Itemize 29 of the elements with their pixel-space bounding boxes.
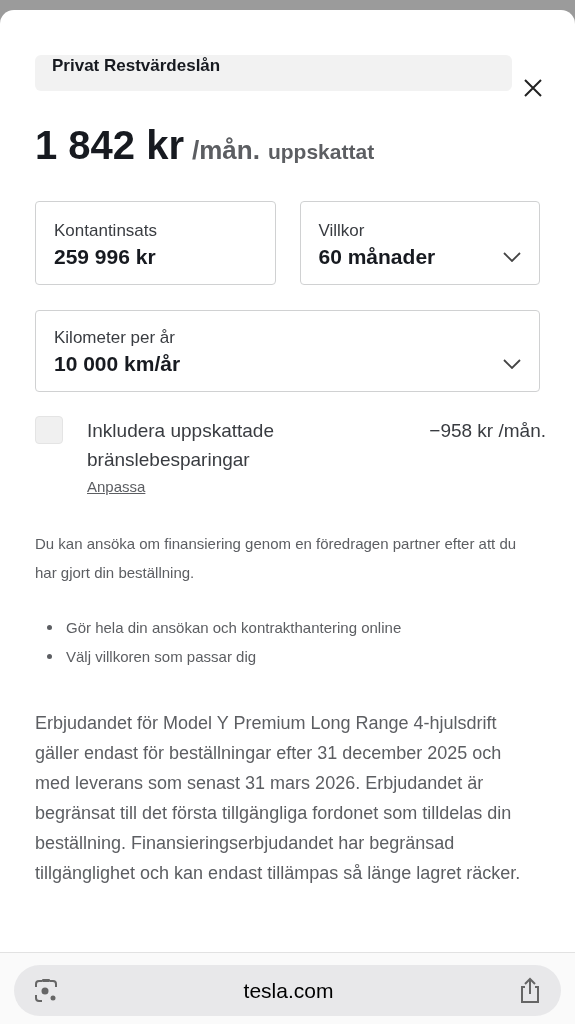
checkbox[interactable] [35, 416, 63, 444]
savings-amount: −958 kr /mån. [429, 419, 546, 443]
input-field[interactable]: Kontantinsats 259 996 kr [35, 201, 276, 285]
select-field[interactable]: Kilometer per år 10 000 km/år [35, 310, 540, 392]
url-text: tesla.com [243, 977, 334, 1004]
bullet-text: Gör hela din ansökan och kontrakthantering online [66, 617, 402, 638]
field-label: Kontantinsats [54, 220, 157, 242]
visual-lookup-icon[interactable] [32, 976, 60, 1005]
customize-link[interactable]: Anpassa [87, 476, 146, 499]
bullet-icon [47, 624, 52, 630]
field-value: 259 996 kr [54, 244, 157, 270]
price-unit: /mån. [192, 134, 260, 167]
field-label: Villkor [318, 220, 366, 242]
chevron-down-icon [503, 252, 521, 262]
checkbox-label: Inkludera uppskattade bränslebesparingar [87, 419, 275, 472]
loan-type-title: Privat Restvärdeslån [52, 55, 221, 76]
bullet-text: Välj villkoren som passar dig [66, 646, 257, 667]
field-value: 60 månader [318, 244, 436, 270]
field-value: 10 000 km/år [54, 351, 181, 377]
offer-text: Erbjudandet för Model Y Premium Long Range 4-hjulsdrift gäller endast för beställningar efter 31 december 2025 och med leverans som senast 31 mars 2026. Erbjudandet är begränsat till det första tillgängliga fordonet som tilldelas din beställning. Finansieringserbjudandet har begränsad tillgänglighet och kan endast tillämpas så länge lagret räcker. [35, 711, 522, 885]
select-field[interactable]: Villkor 60 månader [299, 201, 540, 285]
monthly-price: 1 842 kr [35, 122, 185, 169]
close-icon [523, 78, 543, 98]
intro-text: Du kan ansöka om finansiering genom en föredragen partner efter att du har gjort din beställning. [35, 533, 518, 583]
address-bar[interactable]: tesla.com [14, 965, 561, 1016]
chevron-down-icon [503, 359, 521, 369]
bullet-icon [47, 653, 52, 659]
price-note: uppskattat [267, 139, 375, 165]
field-label: Kilometer per år [54, 327, 176, 349]
